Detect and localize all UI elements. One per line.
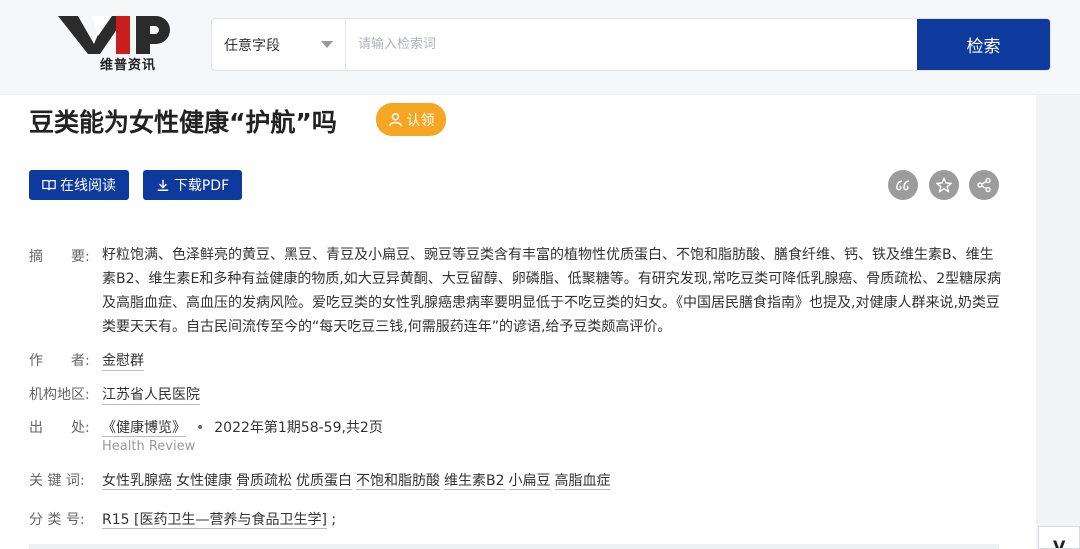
logo-subtitle: 维普资讯: [100, 58, 157, 73]
classification-link[interactable]: R15 [医药卫生—营养与食品卫生学]: [102, 512, 327, 529]
keyword-list: 女性乳腺癌 女性健康 骨质疏松 优质蛋白 不饱和脂肪酸 维生素B2 小扁豆 高脂血症: [102, 470, 615, 490]
keyword-link[interactable]: 高脂血症: [554, 473, 611, 490]
read-online-button[interactable]: 在线阅读: [29, 170, 129, 200]
search-input[interactable]: [346, 19, 918, 70]
chevron-down-icon: [321, 41, 333, 48]
source-english-title: Health Review: [102, 439, 196, 454]
keyword-link[interactable]: 骨质疏松: [236, 473, 292, 490]
quote-icon: [896, 180, 910, 191]
book-icon: [42, 180, 56, 191]
download-pdf-button[interactable]: 下载PDF: [143, 170, 242, 200]
keyword-link[interactable]: 女性乳腺癌: [102, 473, 172, 490]
search-bar: 任意字段 检索: [211, 18, 1051, 71]
field-select[interactable]: 任意字段: [212, 19, 346, 70]
classification-label: 分 类 号:: [29, 512, 85, 528]
keyword-link[interactable]: 优质蛋白: [296, 473, 352, 490]
org-link[interactable]: 江苏省人民医院: [102, 384, 200, 405]
field-select-value: 任意字段: [224, 37, 280, 54]
search-button[interactable]: 检索: [917, 19, 1050, 70]
org-label: 机构地区:: [29, 387, 90, 403]
download-pdf-label: 下载PDF: [173, 178, 230, 194]
abstract-text: 籽粒饱满、色泽鲜亮的黄豆、黑豆、青豆及小扁豆、豌豆等豆类含有丰富的植物性优质蛋白…: [102, 247, 1002, 335]
source-separator: •: [196, 420, 205, 436]
user-icon: [388, 112, 402, 127]
section-divider: [29, 544, 999, 549]
source-line: 《健康博览》 • 2022年第1期58-59,共2页: [102, 417, 383, 437]
cite-button[interactable]: [888, 170, 918, 200]
favorite-button[interactable]: [929, 170, 959, 200]
author-label: 作 者:: [29, 353, 90, 369]
keyword-link[interactable]: 不饱和脂肪酸: [356, 473, 440, 490]
claim-label: 认领: [406, 112, 435, 129]
classification-tail: ;: [331, 512, 337, 528]
share-button[interactable]: [969, 170, 999, 200]
side-thumbnail-logo: V: [1053, 537, 1066, 549]
keywords-label: 关 键 词:: [29, 473, 85, 489]
share-icon: [977, 177, 991, 193]
star-icon: [936, 177, 952, 193]
author-link[interactable]: 金慰群: [102, 350, 144, 371]
claim-button[interactable]: 认领: [376, 103, 446, 136]
keyword-link[interactable]: 女性健康: [176, 473, 232, 490]
vip-logo-mark: [58, 16, 170, 54]
side-thumbnail[interactable]: V: [1038, 526, 1080, 549]
keyword-link[interactable]: 小扁豆: [508, 473, 551, 490]
article-title: 豆类能为女性健康“护航”吗: [29, 108, 337, 137]
right-gutter: [1036, 95, 1080, 549]
classification-line: R15 [医药卫生—营养与食品卫生学] ;: [102, 509, 336, 529]
source-journal-link[interactable]: 《健康博览》: [102, 420, 186, 437]
download-icon: [157, 179, 169, 191]
site-header: 维普资讯 任意字段 检索: [0, 0, 1080, 95]
source-issue: 2022年第1期58-59,共2页: [214, 420, 383, 436]
read-online-label: 在线阅读: [60, 178, 116, 194]
keyword-link[interactable]: 维生素B2: [444, 473, 505, 490]
abstract-label: 摘 要:: [29, 249, 90, 265]
source-label: 出 处:: [29, 420, 90, 436]
